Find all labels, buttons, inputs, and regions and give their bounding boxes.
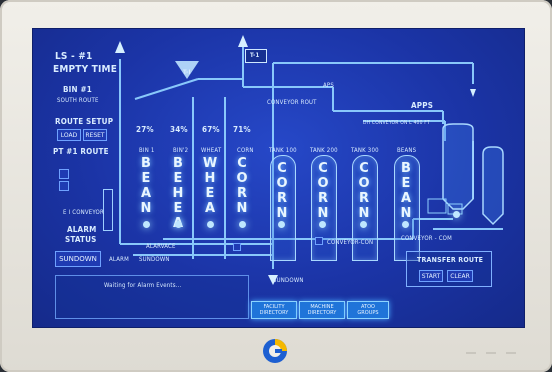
alarm-log-panel: Waiting for Alarm Events... [55, 275, 249, 319]
ls-label: LS - #1 [55, 51, 93, 62]
t1-box: T-1 [245, 49, 267, 63]
tank100-content: CORN [276, 161, 288, 221]
bin-label: BIN #1 [63, 85, 92, 94]
bin1-percent: 27% [136, 125, 154, 134]
tank200-label: TANK 200 [310, 147, 338, 154]
alarm-log-message: Waiting for Alarm Events... [104, 282, 182, 289]
bin1-node[interactable] [143, 221, 150, 228]
aps-label: APS [323, 82, 334, 89]
load-button[interactable]: LOAD [57, 129, 81, 141]
hmi-screen: LS - #1 EMPTY TIME BIN #1 SOUTH ROUTE RO… [32, 28, 525, 328]
brand-logo-icon [263, 339, 287, 363]
bin4-label: CORN [237, 147, 254, 154]
beans-node[interactable] [402, 221, 409, 228]
tank300-node[interactable] [360, 221, 367, 228]
dh-conveyor-label: DH CONVEYOR ON L 400 FT [363, 120, 430, 126]
groups-button[interactable]: ATOO GROUPS [347, 301, 389, 319]
route-selector-frame [103, 189, 113, 231]
valve-indicator-1[interactable] [233, 243, 241, 251]
tank300-label: TANK 300 [351, 147, 379, 154]
transfer-route-panel: TRANSFER ROUTE START CLEAR [406, 251, 492, 287]
valve-indicator-2[interactable] [315, 237, 323, 245]
sundown-flow-label: SUNDOWN [273, 277, 304, 284]
conveyor-com-label: CONVEYOR - COM [401, 235, 452, 242]
bin3-label: WHEAT [201, 147, 222, 154]
status-led-2 [486, 352, 496, 354]
status-led-1 [466, 352, 476, 354]
conveyor-con-label: CONVEYOR-CON [327, 239, 374, 246]
bin4-node[interactable] [239, 221, 246, 228]
tank200-content: CORN [317, 161, 329, 221]
apps-label: APPS [411, 101, 434, 110]
pt-route-label: PT #1 ROUTE [53, 147, 109, 156]
tank100-node[interactable] [278, 221, 285, 228]
status-label: STATUS [65, 235, 97, 244]
hopper-label: T-I [183, 69, 191, 76]
route-toggle-2[interactable] [59, 181, 69, 191]
bin3-percent: 67% [202, 125, 220, 134]
machine-directory-button[interactable]: MACHINE DIRECTORY [299, 301, 345, 319]
bin4-content: CORN [236, 156, 248, 216]
sundown-text: SUNDOWN [139, 256, 170, 263]
empty-time-label: EMPTY TIME [53, 64, 118, 75]
bin2-node[interactable] [175, 221, 182, 228]
status-led-3 [506, 352, 516, 354]
reset-button[interactable]: RESET [83, 129, 107, 141]
tank300-content: CORN [358, 161, 370, 221]
south-route-label: SOUTH ROUTE [57, 97, 99, 104]
bin1-content: BEAN [140, 156, 152, 216]
beans-label: BEANS [397, 147, 417, 154]
bin2-percent: 34% [170, 125, 188, 134]
ei-conveyor-label: E I CONVEYOR [63, 209, 104, 216]
route-toggle-1[interactable] [59, 169, 69, 179]
bin3-node[interactable] [207, 221, 214, 228]
sundown-button[interactable]: SUNDOWN [55, 251, 101, 267]
clear-button[interactable]: CLEAR [447, 270, 473, 282]
alarvace-label: ALARVACE [146, 243, 176, 250]
alarm-text: ALARM [109, 256, 129, 263]
bin2-label: BIN'2 [173, 147, 189, 154]
bin2-content: BEHEA [172, 156, 184, 231]
bin1-label: BIN 1 [139, 147, 155, 154]
start-button[interactable]: START [419, 270, 443, 282]
route-setup-label: ROUTE SETUP [55, 117, 114, 126]
tank100-label: TANK 100 [269, 147, 297, 154]
tank200-node[interactable] [319, 221, 326, 228]
bin4-percent: 71% [233, 125, 251, 134]
facility-directory-button[interactable]: FACILITY DIRECTORY [251, 301, 297, 319]
silo-node[interactable] [453, 211, 460, 218]
alarm-label: ALARM [67, 225, 97, 234]
transfer-route-title: TRANSFER ROUTE [417, 256, 484, 264]
bin3-content: WHEA [202, 156, 218, 216]
beans-content: BEAN [400, 161, 412, 221]
conveyor-rout-label: CONVEYOR ROUT [267, 99, 317, 106]
